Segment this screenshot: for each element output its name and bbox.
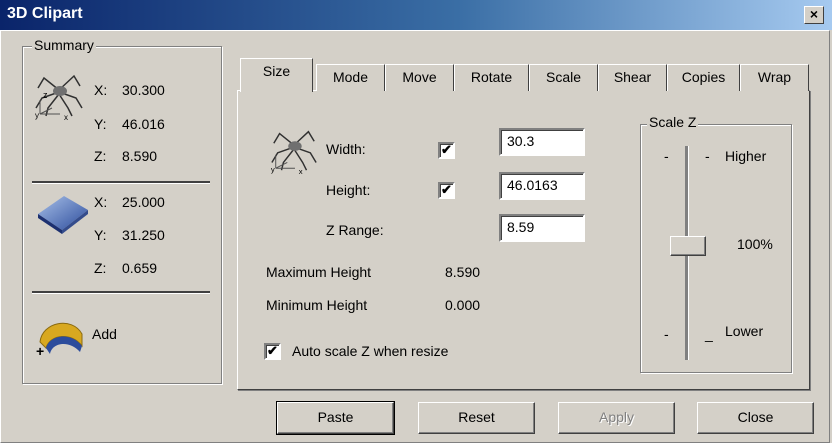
zrange-label: Z Range: <box>326 222 384 238</box>
width-field[interactable]: 30.3 <box>499 128 585 156</box>
clipart-x-value: 30.300 <box>122 82 165 98</box>
tab-scale[interactable]: Scale <box>529 64 598 91</box>
svg-text:z: z <box>43 90 48 100</box>
window-title: 3D Clipart <box>7 5 83 22</box>
clipart-z-label: Z: <box>94 148 107 164</box>
summary-divider <box>32 291 210 294</box>
min-height-value: 0.000 <box>445 297 481 313</box>
close-icon[interactable]: × <box>804 6 824 24</box>
summary-divider <box>32 181 210 184</box>
selection-y-label: Y: <box>94 227 107 243</box>
spider-3d-icon: y x <box>271 130 317 174</box>
tab-rotate[interactable]: Rotate <box>454 64 529 91</box>
selection-z-value: 0.659 <box>122 260 158 276</box>
clipart-y-label: Y: <box>94 116 107 132</box>
diamond-shape-icon <box>38 196 88 234</box>
scale-z-legend: Scale Z <box>647 114 699 130</box>
clipart-y-value: 46.016 <box>122 116 165 132</box>
reset-button[interactable]: Reset <box>418 402 535 434</box>
percent-label: 100% <box>737 236 773 252</box>
tab-wrap[interactable]: Wrap <box>740 64 809 91</box>
lower-label: Lower <box>725 323 764 339</box>
height-label: Height: <box>326 182 371 198</box>
summary-legend: Summary <box>32 37 96 53</box>
height-field[interactable]: 46.0163 <box>499 172 585 200</box>
close-button[interactable]: Close <box>697 402 814 434</box>
min-height-label: Minimum Height <box>266 297 368 313</box>
selection-z-label: Z: <box>94 260 107 276</box>
autoscale-label: Auto scale Z when resize <box>292 343 449 359</box>
max-height-label: Maximum Height <box>266 264 372 280</box>
add-button[interactable]: + Add <box>32 310 132 360</box>
svg-text:x: x <box>64 113 68 120</box>
tab-mode[interactable]: Mode <box>316 64 385 91</box>
add-shape-icon: + <box>36 322 83 358</box>
apply-button[interactable]: Apply <box>558 402 675 434</box>
selection-y-value: 31.250 <box>122 227 165 243</box>
selection-x-label: X: <box>94 194 108 210</box>
tab-size[interactable]: Size <box>240 58 313 92</box>
selection-x-value: 25.000 <box>122 194 165 210</box>
svg-text:+: + <box>36 343 44 358</box>
title-bar[interactable]: 3D Clipart × <box>0 0 832 30</box>
clipart-z-value: 8.590 <box>122 148 158 164</box>
max-height-value: 8.590 <box>445 264 481 280</box>
spider-3d-icon: z y x <box>35 74 83 120</box>
svg-text:y: y <box>35 111 39 120</box>
svg-text:y: y <box>271 165 275 174</box>
clipart-x-label: X: <box>94 82 108 98</box>
height-checkbox[interactable]: ✔ <box>438 182 455 199</box>
svg-text:x: x <box>299 167 303 174</box>
autoscale-checkbox[interactable]: ✔ <box>264 343 281 360</box>
tab-copies[interactable]: Copies <box>667 64 740 91</box>
slider-tick: - <box>664 326 669 342</box>
tab-shear[interactable]: Shear <box>598 64 667 91</box>
slider-tick: - <box>664 148 669 164</box>
zrange-field[interactable]: 8.59 <box>499 214 585 242</box>
add-label: Add <box>92 326 117 342</box>
scale-z-thumb[interactable] <box>670 236 706 256</box>
higher-label: Higher <box>725 148 767 164</box>
paste-button[interactable]: Paste <box>276 401 395 435</box>
tab-move[interactable]: Move <box>385 64 454 91</box>
width-label: Width: <box>326 141 366 157</box>
width-checkbox[interactable]: ✔ <box>438 142 455 159</box>
slider-tick: _ <box>705 326 713 342</box>
slider-tick: - <box>705 148 710 164</box>
